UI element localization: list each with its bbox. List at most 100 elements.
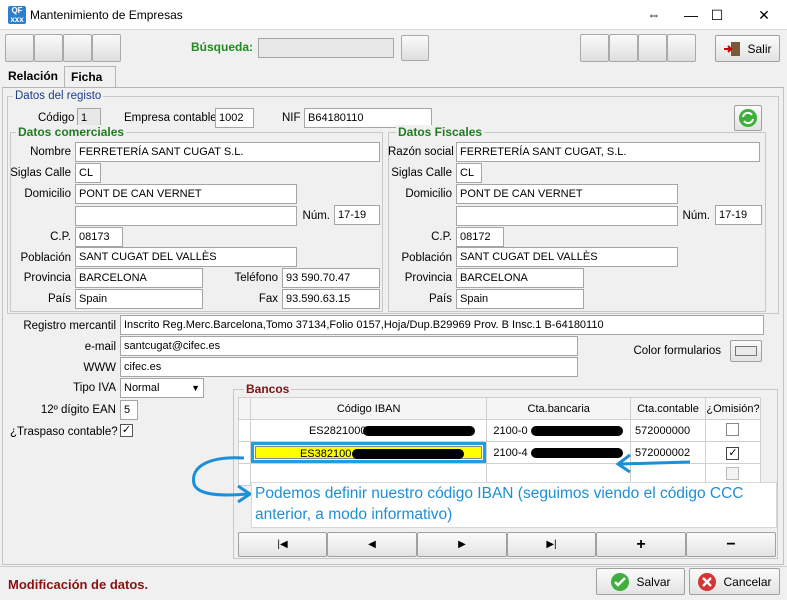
siglas-label: Siglas Calle [10, 167, 71, 179]
www-label: WWW [83, 362, 116, 374]
num-label: Núm. [302, 210, 330, 222]
omision-checkbox[interactable]: ✓ [726, 447, 740, 460]
search-button[interactable] [401, 35, 429, 61]
registro-mercantil-label: Registro mercantil [23, 320, 116, 332]
toolbar-button-1[interactable] [5, 34, 34, 62]
save-button[interactable]: Salvar [596, 568, 685, 595]
delete-row-button[interactable]: − [686, 532, 776, 557]
razon-field[interactable]: FERRETERÍA SANT CUGAT, S.L. [456, 142, 760, 162]
fiscal-domicilio-field[interactable]: PONT DE CAN VERNET [456, 184, 678, 204]
tab-ficha[interactable]: Ficha [64, 66, 116, 88]
fiscal-provincia-label: Provincia [404, 272, 452, 284]
color-picker-button[interactable] [730, 340, 762, 362]
iban-cell[interactable]: ES2821000 [249, 419, 488, 442]
cp-field[interactable]: 08173 [75, 227, 123, 247]
traspaso-checkbox[interactable]: ✓ [120, 424, 133, 437]
exit-label: Salir [747, 41, 772, 56]
empresa-field[interactable]: 1002 [215, 108, 254, 128]
fiscal-domicilio2-field[interactable] [456, 206, 678, 226]
refresh-button[interactable] [734, 105, 762, 131]
fiscal-domicilio-label: Domicilio [405, 188, 452, 200]
status-text: Modificación de datos. [8, 577, 149, 592]
nombre-field[interactable]: FERRETERÍA SANT CUGAT S.L. [75, 142, 380, 162]
telefono-label: Teléfono [234, 272, 278, 284]
contable-cell[interactable]: 572000000 [630, 419, 706, 442]
color-swatch [735, 346, 757, 356]
domicilio2-field[interactable] [75, 206, 297, 226]
poblacion-field[interactable]: SANT CUGAT DEL VALLÈS [75, 247, 297, 267]
toolbar-button-8[interactable] [667, 34, 696, 62]
www-field[interactable]: cifec.es [120, 357, 578, 377]
exit-button[interactable]: Salir [715, 35, 780, 62]
toolbar-button-3[interactable] [63, 34, 92, 62]
cancel-button[interactable]: Cancelar [689, 568, 780, 595]
col-header-cta: Cta.bancaria [486, 397, 632, 420]
close-button[interactable]: ✕ [741, 0, 787, 30]
pais-label: País [47, 293, 71, 305]
save-label: Salvar [636, 574, 671, 589]
bancos-title: Bancos [244, 382, 292, 396]
redaction-mark [362, 426, 475, 436]
pais-field[interactable]: Spain [75, 289, 203, 309]
nombre-label: Nombre [30, 146, 71, 158]
toolbar-button-2[interactable] [34, 34, 63, 62]
nav-last-button[interactable]: ▶| [507, 532, 596, 557]
redaction-mark [351, 449, 464, 459]
toolbar-button-7[interactable] [638, 34, 667, 62]
omision-cell[interactable]: ✓ [704, 441, 762, 464]
row-header-cell [238, 397, 251, 420]
fiscal-pais-label: País [428, 293, 452, 305]
ean-label: 12º dígito EAN [40, 404, 116, 416]
fiscal-num-field[interactable]: 17-19 [715, 205, 762, 225]
fiscal-num-label: Núm. [682, 210, 710, 222]
email-field[interactable]: santcugat@cifec.es [120, 336, 578, 356]
iva-label: Tipo IVA [73, 382, 116, 394]
redaction-mark [531, 426, 624, 436]
nav-next-button[interactable]: ▶ [417, 532, 507, 557]
tab-relacion[interactable]: Relación [8, 69, 58, 83]
check-circle-icon [611, 572, 630, 591]
nif-label: NIF [282, 112, 301, 124]
iban-cell-selected[interactable]: ES382100 [249, 441, 488, 464]
toolbar-button-5[interactable] [580, 34, 609, 62]
iva-select[interactable]: Normal ▼ [120, 378, 204, 398]
fax-field[interactable]: 93.590.63.15 [282, 289, 380, 309]
cancel-circle-icon [698, 572, 717, 591]
telefono-field[interactable]: 93 590.70.47 [282, 268, 380, 288]
toolbar-button-6[interactable] [609, 34, 638, 62]
provincia-field[interactable]: BARCELONA [75, 268, 203, 288]
fiscal-cp-label: C.P. [431, 231, 452, 243]
cta-cell[interactable]: 2100-4 [486, 441, 632, 464]
col-header-omision: ¿Omisión? [704, 397, 762, 420]
cta-cell[interactable]: 2100-0 [486, 419, 632, 442]
omision-cell[interactable] [704, 419, 762, 442]
chevron-down-icon: ▼ [191, 383, 200, 393]
omision-checkbox[interactable] [726, 466, 740, 480]
add-row-button[interactable]: + [596, 532, 686, 557]
comerciales-title: Datos comerciales [16, 125, 127, 139]
maximize-button[interactable]: ☐ [694, 0, 740, 30]
fiscal-pais-field[interactable]: Spain [456, 289, 584, 309]
cancel-label: Cancelar [723, 574, 772, 589]
table-row[interactable]: ES2821000 2100-0 572000000 [238, 419, 762, 442]
fax-label: Fax [258, 293, 278, 305]
nav-prev-button[interactable]: ◀ [327, 532, 417, 557]
omision-checkbox[interactable] [726, 422, 740, 436]
nav-first-button[interactable]: |◀ [238, 532, 327, 557]
registro-mercantil-field[interactable]: Inscrito Reg.Merc.Barcelona,Tomo 37134,F… [120, 315, 764, 335]
search-input[interactable] [258, 38, 394, 58]
fiscal-poblacion-label: Población [401, 252, 452, 264]
fiscal-cp-field[interactable]: 08172 [456, 227, 504, 247]
annotation-text: Podemos definir nuestro código IBAN (seg… [251, 482, 777, 528]
col-header-contable: Cta.contable [630, 397, 706, 420]
fiscal-poblacion-field[interactable]: SANT CUGAT DEL VALLÈS [456, 247, 678, 267]
num-field[interactable]: 17-19 [334, 205, 380, 225]
siglas-field[interactable]: CL [75, 163, 101, 183]
fiscal-provincia-field[interactable]: BARCELONA [456, 268, 584, 288]
fiscal-siglas-field[interactable]: CL [456, 163, 482, 183]
toolbar-button-4[interactable] [92, 34, 121, 62]
registro-legend: Datos del registo [13, 90, 104, 102]
empresa-label: Empresa contable [124, 112, 217, 124]
domicilio-field[interactable]: PONT DE CAN VERNET [75, 184, 297, 204]
ean-field[interactable]: 5 [120, 400, 138, 420]
